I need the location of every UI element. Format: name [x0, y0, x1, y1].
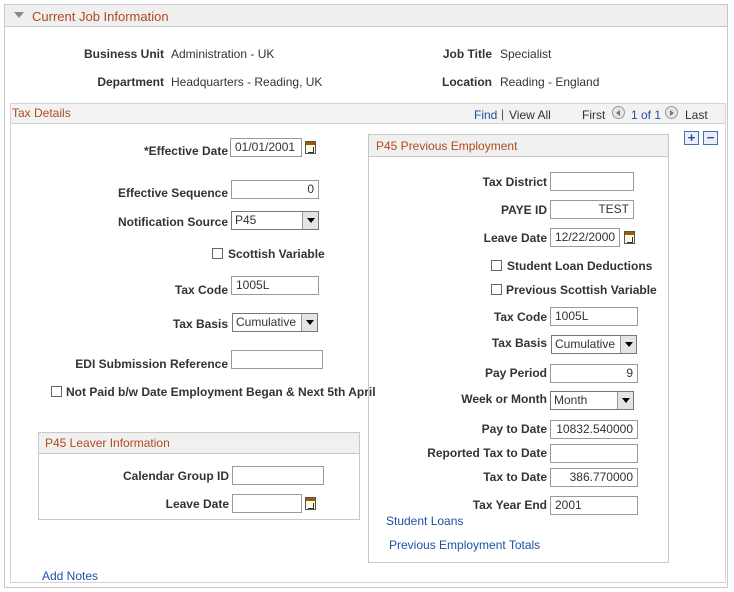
last-label[interactable]: Last: [685, 108, 708, 122]
tax-basis-label: Tax Basis: [172, 317, 228, 331]
tax-year-end-label: Tax Year End: [472, 498, 547, 512]
tax-district-input[interactable]: [550, 172, 634, 191]
job-title-value: Specialist: [500, 47, 552, 61]
prev-scottish-checkbox[interactable]: [491, 284, 502, 295]
chevron-down-icon: [620, 336, 636, 353]
tax-to-date-input[interactable]: 386.770000: [550, 468, 638, 487]
not-paid-label: Not Paid b/w Date Employment Began & Nex…: [66, 385, 376, 399]
delete-row-button[interactable]: −: [703, 131, 718, 145]
student-loan-label: Student Loan Deductions: [507, 259, 653, 273]
week-month-select[interactable]: Month: [550, 391, 634, 410]
leaver-leave-date-calendar-icon[interactable]: [305, 497, 316, 510]
paye-id-label: PAYE ID: [500, 203, 547, 217]
prev-leave-date-input[interactable]: 12/22/2000: [550, 228, 620, 247]
effective-date-input[interactable]: 01/01/2001: [230, 138, 302, 157]
chevron-down-icon: [302, 212, 318, 229]
edi-reference-input[interactable]: [231, 350, 323, 369]
business-unit-label: Business Unit: [83, 47, 164, 61]
tax-basis-select[interactable]: Cumulative: [232, 313, 318, 332]
add-notes-link[interactable]: Add Notes: [42, 569, 98, 583]
pay-period-label: Pay Period: [484, 366, 547, 380]
tax-year-end-input[interactable]: 2001: [550, 496, 638, 515]
reported-tax-input[interactable]: [550, 444, 638, 463]
chevron-down-icon: [617, 392, 633, 409]
student-loan-checkbox[interactable]: [491, 260, 502, 271]
leaver-leave-date-input[interactable]: [232, 494, 302, 513]
effective-date-label: *Effective Date: [143, 144, 228, 158]
week-month-label: Week or Month: [461, 392, 547, 406]
prev-tax-basis-label: Tax Basis: [491, 336, 547, 350]
prev-scottish-label: Previous Scottish Variable: [506, 283, 657, 297]
prev-leave-date-label: Leave Date: [483, 231, 547, 245]
prev-tax-code-label: Tax Code: [493, 310, 547, 324]
previous-employment-totals-link[interactable]: Previous Employment Totals: [389, 538, 540, 552]
pay-to-date-label: Pay to Date: [481, 422, 547, 436]
notification-source-select[interactable]: P45: [231, 211, 319, 230]
chevron-down-icon: [301, 314, 317, 331]
business-unit-value: Administration - UK: [171, 47, 275, 61]
notification-source-value: P45: [235, 213, 257, 227]
collapse-triangle-icon[interactable]: [14, 12, 24, 18]
add-row-button[interactable]: +: [684, 131, 699, 145]
edi-reference-label: EDI Submission Reference: [75, 357, 228, 371]
first-label[interactable]: First: [582, 108, 605, 122]
tax-district-label: Tax District: [482, 175, 547, 189]
prev-leave-date-calendar-icon[interactable]: [624, 231, 635, 244]
paye-id-input[interactable]: TEST: [550, 200, 634, 219]
leaver-leave-date-label: Leave Date: [165, 497, 229, 511]
scottish-variable-checkbox[interactable]: [212, 248, 223, 259]
not-paid-checkbox[interactable]: [51, 386, 62, 397]
nav-separator: |: [501, 107, 505, 121]
pay-to-date-input[interactable]: 10832.540000: [550, 420, 638, 439]
prev-tax-code-input[interactable]: 1005L: [550, 307, 638, 326]
notification-source-label: Notification Source: [117, 215, 228, 229]
pay-period-input[interactable]: 9: [550, 364, 638, 383]
week-month-value: Month: [554, 393, 588, 407]
tax-details-title: Tax Details: [12, 106, 71, 120]
location-label: Location: [442, 75, 492, 89]
effective-sequence-input[interactable]: 0: [231, 180, 319, 199]
department-value: Headquarters - Reading, UK: [171, 75, 323, 89]
find-link[interactable]: Find: [474, 108, 497, 122]
tax-code-input[interactable]: 1005L: [231, 276, 319, 295]
next-row-icon[interactable]: [665, 106, 678, 119]
view-all-link[interactable]: View All: [509, 108, 551, 122]
prev-tax-basis-value: Cumulative: [555, 337, 616, 351]
tax-basis-value: Cumulative: [236, 315, 297, 329]
prev-tax-basis-select[interactable]: Cumulative: [551, 335, 637, 354]
scottish-variable-label: Scottish Variable: [228, 247, 325, 261]
effective-sequence-label: Effective Sequence: [117, 186, 228, 200]
student-loans-link[interactable]: Student Loans: [386, 514, 463, 528]
department-label: Department: [97, 75, 164, 89]
p45-leaver-title: P45 Leaver Information: [45, 436, 170, 450]
p45-previous-title: P45 Previous Employment: [376, 139, 518, 153]
tax-to-date-label: Tax to Date: [483, 470, 547, 484]
previous-row-icon[interactable]: [612, 106, 625, 119]
job-title-label: Job Title: [442, 47, 492, 61]
calendar-group-label: Calendar Group ID: [122, 469, 229, 483]
effective-date-calendar-icon[interactable]: [305, 141, 316, 154]
row-range: 1 of 1: [631, 108, 662, 122]
calendar-group-input[interactable]: [232, 466, 324, 485]
current-job-title[interactable]: Current Job Information: [32, 9, 169, 24]
reported-tax-label: Reported Tax to Date: [427, 446, 547, 460]
tax-code-label: Tax Code: [174, 283, 228, 297]
location-value: Reading - England: [500, 75, 600, 89]
